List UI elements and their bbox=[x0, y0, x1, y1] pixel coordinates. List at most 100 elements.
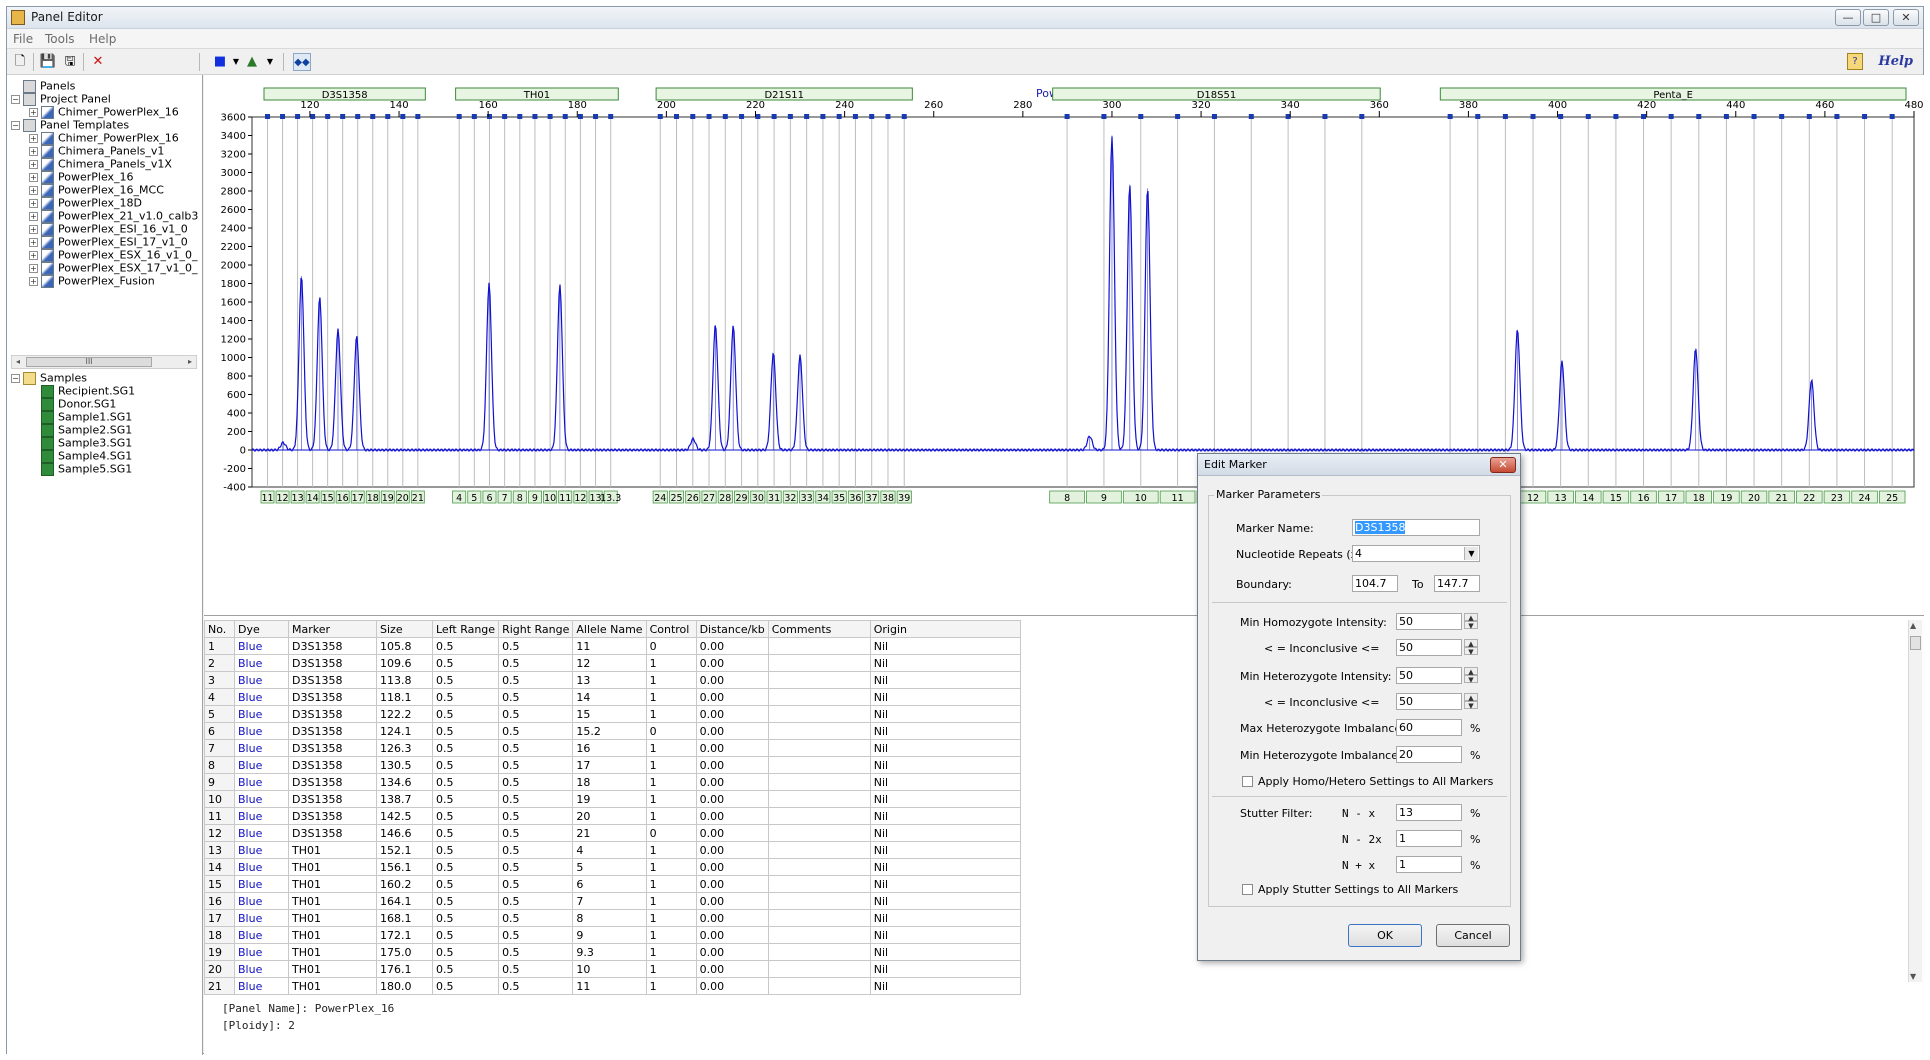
ok-button[interactable]: OK bbox=[1348, 924, 1422, 947]
expand-icon[interactable]: + bbox=[29, 146, 38, 156]
table-row[interactable]: 13 Blue TH01 152.1 0.5 0.5 4 1 0.00 Nil bbox=[204, 841, 1021, 859]
min-homozygote-input[interactable]: 50 bbox=[1396, 613, 1462, 630]
apply-stutter-checkbox[interactable] bbox=[1242, 884, 1253, 895]
column-header[interactable]: Left Range bbox=[431, 620, 500, 638]
collapse-icon[interactable]: − bbox=[11, 120, 20, 130]
table-row[interactable]: 16 Blue TH01 164.1 0.5 0.5 7 1 0.00 Nil bbox=[204, 892, 1021, 910]
collapse-icon[interactable]: − bbox=[11, 373, 20, 383]
column-header[interactable]: Allele Name bbox=[572, 620, 647, 638]
scroll-down-icon[interactable]: ▼ bbox=[1910, 972, 1916, 981]
table-row[interactable]: 9 Blue D3S1358 134.6 0.5 0.5 18 1 0.00 Nil bbox=[204, 773, 1021, 791]
table-row[interactable]: 8 Blue D3S1358 130.5 0.5 0.5 17 1 0.00 Nil bbox=[204, 756, 1021, 774]
expand-icon[interactable]: + bbox=[29, 250, 38, 260]
scroll-up-icon[interactable]: ▲ bbox=[1910, 621, 1916, 630]
delete-icon[interactable]: ✕ bbox=[89, 53, 107, 71]
scroll-left-icon[interactable]: ◂ bbox=[12, 356, 24, 368]
expand-icon[interactable]: + bbox=[29, 133, 38, 143]
save-as-icon[interactable]: 🖫 bbox=[61, 53, 79, 71]
marker-name-input[interactable]: D3S1358 bbox=[1352, 519, 1480, 536]
expand-icon[interactable]: + bbox=[29, 159, 38, 169]
min-heterozygote-spinner[interactable]: ▲ ▼ bbox=[1464, 667, 1478, 684]
min-homozygote-spinner[interactable]: ▲ ▼ bbox=[1464, 613, 1478, 630]
column-header[interactable]: Marker bbox=[288, 620, 377, 638]
table-row[interactable]: 15 Blue TH01 160.2 0.5 0.5 6 1 0.00 Nil bbox=[204, 875, 1021, 893]
boundary-to-input[interactable]: 147.7 bbox=[1434, 575, 1480, 592]
tree-item-sample[interactable]: Sample5.SG1 bbox=[29, 462, 132, 478]
scroll-right-icon[interactable]: ▸ bbox=[184, 356, 196, 368]
table-row[interactable]: 6 Blue D3S1358 124.1 0.5 0.5 15.2 0 0.00 Nil bbox=[204, 722, 1021, 740]
column-header[interactable]: Distance/kb bbox=[695, 620, 769, 638]
min-imbalance-input[interactable]: 20 bbox=[1396, 746, 1462, 763]
hetero-inconclusive-input[interactable]: 50 bbox=[1396, 693, 1462, 710]
n-plus-x-input[interactable]: 1 bbox=[1396, 856, 1462, 873]
scroll-thumb[interactable] bbox=[1910, 636, 1921, 650]
table-row[interactable]: 21 Blue TH01 180.0 0.5 0.5 11 1 0.00 Nil bbox=[204, 977, 1021, 995]
scroll-thumb[interactable]: III bbox=[26, 357, 152, 367]
apply-homo-hetero-checkbox[interactable] bbox=[1242, 776, 1253, 787]
column-header[interactable]: Right Range bbox=[498, 620, 574, 638]
expand-icon[interactable]: + bbox=[29, 276, 38, 286]
homo-inconclusive-spinner[interactable]: ▲ ▼ bbox=[1464, 639, 1478, 656]
chevron-down-icon[interactable]: ▼ bbox=[261, 53, 279, 71]
table-row[interactable]: 4 Blue D3S1358 118.1 0.5 0.5 14 1 0.00 Nil bbox=[204, 688, 1021, 706]
electropherogram-chart[interactable]: D3S1358 TH01 D21S11 D18S51 Penta_E11 12 13 14 15… bbox=[204, 75, 1924, 615]
tree-item-template[interactable]: + PowerPlex_Fusion bbox=[29, 274, 155, 290]
table-row[interactable]: 3 Blue D3S1358 113.8 0.5 0.5 13 1 0.00 Nil bbox=[204, 671, 1021, 689]
expand-icon[interactable]: + bbox=[29, 172, 38, 182]
table-row[interactable]: 10 Blue D3S1358 138.7 0.5 0.5 19 1 0.00 Nil bbox=[204, 790, 1021, 808]
table-row[interactable]: 20 Blue TH01 176.1 0.5 0.5 10 1 0.00 Nil bbox=[204, 960, 1021, 978]
maximize-button[interactable]: □ bbox=[1863, 9, 1889, 26]
table-row[interactable]: 1 Blue D3S1358 105.8 0.5 0.5 11 0 0.00 Nil bbox=[204, 637, 1021, 655]
chevron-down-icon[interactable]: ▼ bbox=[1464, 547, 1478, 560]
expand-icon[interactable]: + bbox=[29, 185, 38, 195]
table-row[interactable]: 19 Blue TH01 175.0 0.5 0.5 9.3 1 0.00 Nil bbox=[204, 943, 1021, 961]
menu-help[interactable]: Help bbox=[89, 32, 116, 46]
expand-icon[interactable]: + bbox=[29, 237, 38, 247]
table-row[interactable]: 7 Blue D3S1358 126.3 0.5 0.5 16 1 0.00 Nil bbox=[204, 739, 1021, 757]
divider bbox=[1212, 796, 1507, 797]
column-header[interactable]: Dye bbox=[234, 620, 289, 638]
min-heterozygote-input[interactable]: 50 bbox=[1396, 667, 1462, 684]
column-header[interactable]: Size bbox=[376, 620, 433, 638]
homo-inconclusive-input[interactable]: 50 bbox=[1396, 639, 1462, 656]
nucleotide-repeats-select[interactable]: 4 ▼ bbox=[1352, 545, 1480, 562]
collapse-icon[interactable]: − bbox=[11, 94, 20, 104]
minimize-button[interactable]: — bbox=[1835, 9, 1861, 26]
n-minus-2x-input[interactable]: 1 bbox=[1396, 830, 1462, 847]
column-header[interactable]: Origin bbox=[869, 620, 1021, 638]
help-book-icon[interactable]: ? bbox=[1847, 53, 1863, 70]
column-header[interactable]: Comments bbox=[767, 620, 871, 638]
max-imbalance-input[interactable]: 60 bbox=[1396, 719, 1462, 736]
menu-file[interactable]: File bbox=[13, 32, 33, 46]
expand-icon[interactable]: + bbox=[29, 198, 38, 208]
table-row[interactable]: 17 Blue TH01 168.1 0.5 0.5 8 1 0.00 Nil bbox=[204, 909, 1021, 927]
save-icon[interactable]: 💾 bbox=[39, 53, 57, 71]
table-row[interactable]: 11 Blue D3S1358 142.5 0.5 0.5 20 1 0.00 Nil bbox=[204, 807, 1021, 825]
table-row[interactable]: 14 Blue TH01 156.1 0.5 0.5 5 1 0.00 Nil bbox=[204, 858, 1021, 876]
help-link[interactable]: Help bbox=[1878, 54, 1913, 69]
menu-tools[interactable]: Tools bbox=[45, 32, 75, 46]
expand-icon[interactable]: + bbox=[29, 107, 38, 117]
dialog-close-icon[interactable]: ✕ bbox=[1490, 457, 1516, 473]
fit-view-icon[interactable]: ◆◆ bbox=[293, 53, 311, 71]
cancel-button[interactable]: Cancel bbox=[1436, 924, 1510, 947]
table-row[interactable]: 5 Blue D3S1358 122.2 0.5 0.5 15 1 0.00 Nil bbox=[204, 705, 1021, 723]
table-cell: D3S1358 bbox=[288, 671, 377, 689]
close-button[interactable]: ✕ bbox=[1893, 9, 1919, 26]
expand-icon[interactable]: + bbox=[29, 224, 38, 234]
peak-style-icon[interactable]: ▲ bbox=[243, 53, 261, 71]
boundary-from-input[interactable]: 104.7 bbox=[1352, 575, 1398, 592]
expand-icon[interactable]: + bbox=[29, 263, 38, 273]
new-file-icon[interactable]: 🗋 bbox=[11, 53, 29, 71]
expand-icon[interactable]: + bbox=[29, 211, 38, 221]
tree-item-label: PowerPlex_ESI_16_v1_0 bbox=[58, 222, 188, 236]
column-header[interactable]: Control bbox=[645, 620, 697, 638]
table-row[interactable]: 2 Blue D3S1358 109.6 0.5 0.5 12 1 0.00 Nil bbox=[204, 654, 1021, 672]
hetero-inconclusive-spinner[interactable]: ▲ ▼ bbox=[1464, 693, 1478, 710]
table-row[interactable]: 18 Blue TH01 172.1 0.5 0.5 9 1 0.00 Nil bbox=[204, 926, 1021, 944]
tree-horizontal-scrollbar[interactable]: ◂ III ▸ bbox=[11, 355, 197, 369]
n-minus-x-input[interactable]: 13 bbox=[1396, 804, 1462, 821]
column-header[interactable]: No. bbox=[204, 620, 235, 638]
table-vertical-scrollbar[interactable]: ▲ ▼ bbox=[1908, 620, 1922, 982]
table-row[interactable]: 12 Blue D3S1358 146.6 0.5 0.5 21 0 0.00 Nil bbox=[204, 824, 1021, 842]
